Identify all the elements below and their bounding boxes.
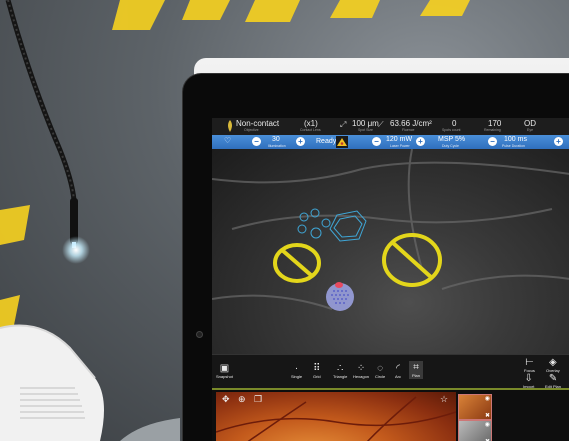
pulse-duration-minus-button[interactable]: − [488,137,497,146]
avoid-zone-right [382,233,442,287]
arc-pattern-icon: ◜ [396,363,400,374]
control-bar: ♡ − 30 Illumination + Ready − 120 mW Las… [212,135,569,149]
tablet-screen: Non-contact Objective (x1) Contact Lens … [212,118,569,441]
illumination-value: 30 [272,136,280,143]
pattern-triangle-label: Triangle [333,374,348,379]
spot-size-icon: ⤢ [340,120,347,129]
objective-icon [228,120,232,132]
focus-icon: ⊢ [525,357,534,368]
pattern-plan-label: Plan [412,373,421,378]
pattern-toolbar: ▣ Snapshot · Single ⠿ Grid ∴ Triangle ⁘ … [212,354,569,389]
plan-pattern-outlines [297,208,367,242]
thumbnail-1[interactable]: ◉ ✖ [458,394,492,420]
fluence-value: 63.66 J/cm² [390,119,432,128]
snapshot-button[interactable]: ▣ Snapshot [216,363,233,379]
eye-value[interactable]: OD [524,119,536,128]
pattern-arc-label: Arc [395,374,401,379]
pattern-single-label: Single [291,374,303,379]
image-panel: ✥ ⊕ ❐ ☆ ◉ ✖ ◉ ✖ [212,388,569,441]
hexagon-pattern-icon: ⁘ [356,363,366,374]
thumbnail-2[interactable]: ◉ ✖ [458,420,492,441]
illumination-minus-button[interactable]: − [252,137,261,146]
retina-image[interactable]: ✥ ⊕ ❐ ☆ [216,392,456,441]
import-icon: ⇩ [524,373,533,384]
laser-warning-icon[interactable] [336,136,348,148]
pattern-arc-button[interactable]: ◜ Arc [395,363,401,379]
duty-cycle-value[interactable]: MSP 5% [438,136,465,143]
objective-label: Objective [244,128,259,132]
pattern-circle-button[interactable]: ◌ Circle [375,363,385,379]
pattern-triangle-button[interactable]: ∴ Triangle [333,363,347,379]
objective-value[interactable]: Non-contact [236,119,279,128]
avoid-zone-left [273,243,321,283]
illumination-mode-icon[interactable]: ♡ [224,136,231,145]
camera-dot [196,331,203,338]
delete-icon[interactable]: ✖ [485,412,490,419]
fundus-overlay[interactable] [212,149,569,354]
laser-power-value: 120 mW [386,136,413,143]
edit-plan-button[interactable]: ✎ Edit Plan [545,373,561,389]
view-eye-icon[interactable]: ◉ [485,395,490,402]
pattern-hexagon-label: Hexagon [353,374,370,379]
spot-size-label: Spot Size [358,128,373,132]
remaining-label: Remaining [484,128,501,132]
retina-vessels [216,396,456,441]
laser-power-minus-button[interactable]: − [372,137,381,146]
fluence-label: Fluence [402,128,415,132]
pattern-plan-button[interactable]: ⌗ Plan [409,361,424,379]
illumination-plus-button[interactable]: + [296,137,305,146]
plan-pattern-icon: ⌗ [413,362,419,373]
overlay-icon: ◈ [549,357,557,368]
edit-plan-icon: ✎ [548,373,558,384]
remaining-value: 170 [488,119,502,128]
pattern-grid-label: Grid [313,374,321,379]
laser-power-plus-button[interactable]: + [416,137,425,146]
spot-size-value[interactable]: 100 μm [352,119,379,128]
single-pattern-icon: · [294,363,299,374]
status-bar: Non-contact Objective (x1) Contact Lens … [212,118,569,135]
pattern-grid-button[interactable]: ⠿ Grid [313,363,321,379]
contact-lens-value[interactable]: (x1) [304,119,318,128]
spots-count-value: 0 [452,119,457,128]
circle-pattern-icon: ◌ [377,363,384,374]
pattern-single-button[interactable]: · Single [291,363,302,379]
ready-status: Ready [316,138,337,145]
move-icon[interactable]: ✥ [222,394,230,405]
focus-button[interactable]: ⊢ Focus [524,357,535,373]
spots-count-label: Spots count [442,128,461,132]
pulse-duration-plus-button[interactable]: + [554,137,563,146]
grid-pattern-icon: ⠿ [313,363,321,374]
live-fundus-view[interactable] [212,149,569,354]
triangle-pattern-icon: ∴ [336,363,344,374]
duty-cycle-label: Duty Cycle [442,144,459,148]
pattern-hexagon-button[interactable]: ⁘ Hexagon [353,363,369,379]
macula-spot-grid [326,282,354,311]
pulse-duration-label: Pulse Duration [502,144,525,148]
laser-power-label: Laser Power [390,144,410,148]
snapshot-label: Snapshot [216,374,233,379]
import-button[interactable]: ⇩ Import [523,373,534,389]
contact-lens-label: Contact Lens [300,128,321,132]
pattern-circle-label: Circle [375,374,386,379]
target-icon[interactable]: ⊕ [238,394,246,405]
fluence-icon: ⟋ [378,120,384,129]
laser-device [0,324,180,441]
illumination-label: Illumination [268,144,286,148]
eye-label: Eye [527,128,534,132]
view-eye-icon[interactable]: ◉ [485,421,490,428]
camera-icon: ▣ [219,363,230,374]
pulse-duration-value: 100 ms [504,136,527,143]
lamp-light [62,236,90,264]
overlay-button[interactable]: ◈ Overlay [546,357,560,373]
favorite-star-icon[interactable]: ☆ [440,394,448,405]
gallery-icon[interactable]: ❐ [254,394,262,405]
